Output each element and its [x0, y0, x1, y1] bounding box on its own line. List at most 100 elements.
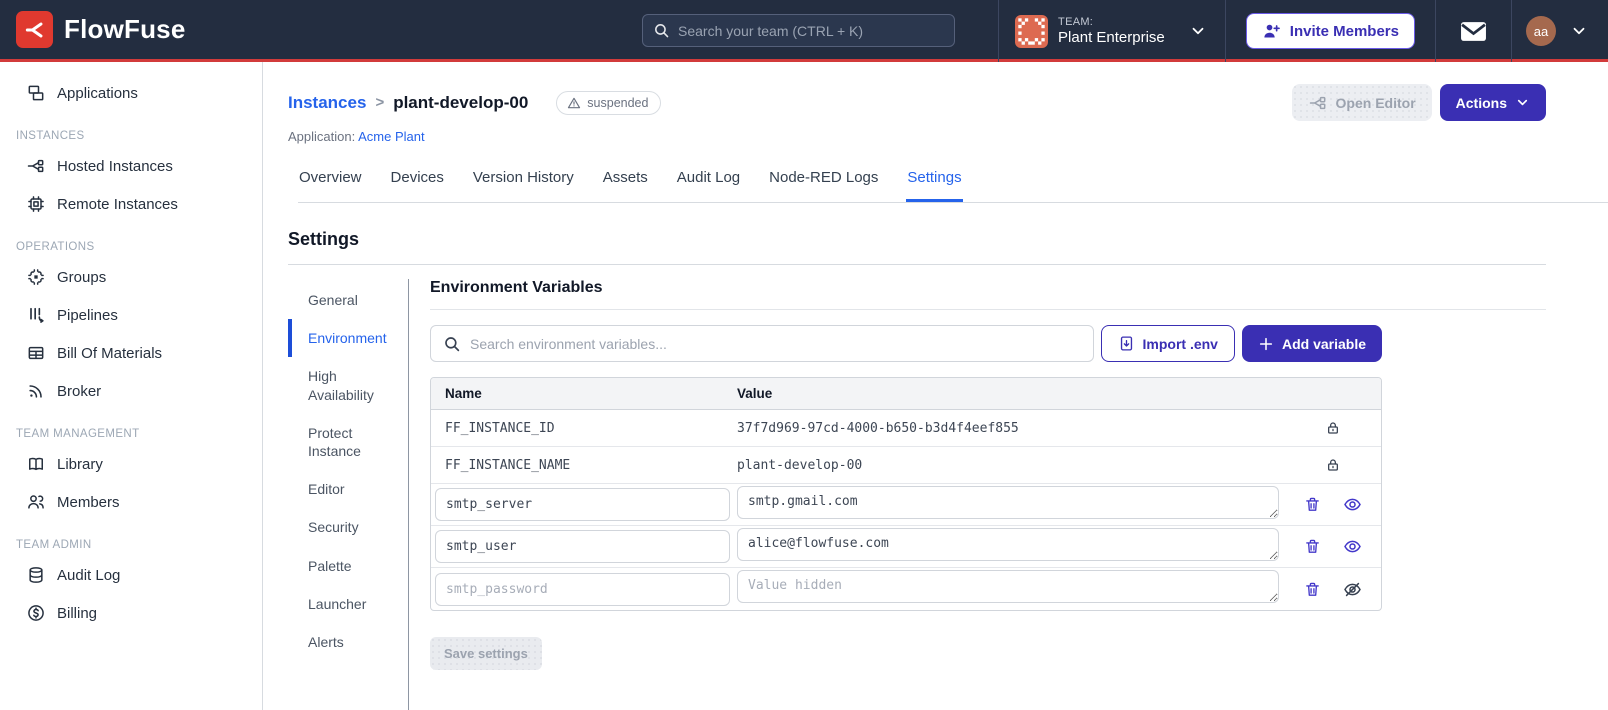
environment-variables-title: Environment Variables — [430, 279, 1546, 310]
book-icon — [26, 454, 46, 474]
tab-overview[interactable]: Overview — [298, 160, 363, 202]
tab-version-history[interactable]: Version History — [472, 160, 575, 202]
env-value-input[interactable]: alice@flowfuse.com — [737, 527, 1279, 561]
settings-nav-protect-instance[interactable]: Protect Instance — [288, 414, 408, 470]
sidebar-item-groups[interactable]: Groups — [0, 258, 262, 296]
settings-divider — [288, 264, 1546, 265]
sidebar-item-label: Members — [57, 493, 120, 511]
chip-icon — [26, 194, 46, 214]
breadcrumb-instances-link[interactable]: Instances — [288, 93, 366, 113]
sidebar-item-label: Library — [57, 455, 103, 473]
env-row-smtp-server: smtp.gmail.com — [431, 484, 1381, 526]
home-link[interactable]: FlowFuse — [0, 11, 186, 48]
sidebar-item-pipelines[interactable]: Pipelines — [0, 296, 262, 334]
warning-triangle-icon — [567, 96, 581, 110]
settings-nav: General Environment High Availability Pr… — [288, 279, 409, 710]
rss-icon — [26, 381, 46, 401]
invite-members-label: Invite Members — [1289, 22, 1399, 40]
env-name: FF_INSTANCE_ID — [445, 420, 555, 436]
sidebar-item-remote-instances[interactable]: Remote Instances — [0, 185, 262, 223]
delete-variable-button[interactable] — [1302, 494, 1323, 515]
sidebar-item-audit-log[interactable]: Audit Log — [0, 556, 262, 594]
sidebar-item-hosted-instances[interactable]: Hosted Instances — [0, 147, 262, 185]
application-link[interactable]: Acme Plant — [358, 129, 424, 144]
chevron-down-icon — [1515, 95, 1530, 110]
env-table-header: Name Value — [431, 378, 1381, 410]
env-value: 37f7d969-97cd-4000-b650-b3d4f4eef855 — [737, 420, 1019, 436]
actions-button[interactable]: Actions — [1439, 84, 1546, 121]
env-value-input[interactable] — [737, 570, 1279, 603]
open-editor-button[interactable]: Open Editor — [1291, 84, 1432, 121]
breadcrumb: Instances > plant-develop-00 suspended O… — [288, 84, 1546, 121]
env-name-input[interactable] — [435, 488, 730, 521]
sidebar-item-label: Billing — [57, 604, 98, 622]
sidebar-item-label: Remote Instances — [57, 195, 178, 213]
settings-nav-alerts[interactable]: Alerts — [288, 623, 408, 661]
show-value-button[interactable] — [1341, 535, 1364, 558]
flow-fork-icon — [1308, 93, 1328, 113]
env-value: plant-develop-00 — [737, 457, 863, 473]
sidebar-item-members[interactable]: Members — [0, 483, 262, 521]
main-content: Instances > plant-develop-00 suspended O… — [263, 62, 1608, 710]
hide-value-button[interactable] — [1341, 578, 1364, 601]
delete-variable-button[interactable] — [1302, 579, 1323, 600]
save-settings-button[interactable]: Save settings — [430, 637, 542, 670]
env-search-input[interactable] — [470, 335, 1081, 352]
team-search-input[interactable] — [678, 22, 944, 39]
top-header: FlowFuse Search your team (CTRL + K) TEA… — [0, 0, 1608, 62]
team-avatar — [1015, 14, 1049, 48]
settings-nav-security[interactable]: Security — [288, 508, 408, 546]
settings-title: Settings — [288, 229, 360, 249]
settings-nav-environment[interactable]: Environment — [288, 319, 408, 358]
settings-nav-high-availability[interactable]: High Availability — [288, 357, 408, 413]
team-selector[interactable]: TEAM: Plant Enterprise — [999, 0, 1225, 62]
sidebar-item-broker[interactable]: Broker — [0, 372, 262, 410]
settings-nav-editor[interactable]: Editor — [288, 470, 408, 508]
notifications-button[interactable] — [1436, 0, 1511, 62]
chevron-down-icon — [1570, 22, 1588, 40]
tab-node-red-logs[interactable]: Node-RED Logs — [768, 160, 879, 202]
flowfuse-app: FlowFuse Search your team (CTRL + K) TEA… — [0, 0, 1608, 710]
column-header-value: Value — [737, 386, 773, 401]
sidebar-item-bill-of-materials[interactable]: Bill Of Materials — [0, 334, 262, 372]
sidebar-section-team-admin: TEAM ADMIN — [16, 539, 92, 551]
tab-settings[interactable]: Settings — [906, 160, 963, 202]
column-header-name: Name — [445, 386, 482, 401]
env-name-input[interactable] — [435, 530, 730, 563]
sidebar-item-applications[interactable]: Applications — [0, 74, 262, 112]
add-variable-button[interactable]: Add variable — [1241, 325, 1382, 362]
environment-panel: Environment Variables Search environment… — [430, 279, 1546, 710]
settings-nav-palette[interactable]: Palette — [288, 547, 408, 585]
tab-audit-log[interactable]: Audit Log — [676, 160, 741, 202]
pipeline-bars-icon — [26, 305, 46, 325]
env-name: FF_INSTANCE_NAME — [445, 457, 571, 473]
user-menu[interactable]: aa — [1512, 0, 1608, 62]
sidebar-item-label: Broker — [57, 382, 102, 400]
invite-members-button[interactable]: Invite Members — [1245, 13, 1415, 49]
document-download-icon — [1118, 335, 1135, 352]
env-name-input[interactable] — [435, 572, 730, 606]
plus-icon — [1258, 336, 1274, 352]
settings-nav-launcher[interactable]: Launcher — [288, 585, 408, 623]
sidebar-item-billing[interactable]: Billing — [0, 594, 262, 632]
user-avatar: aa — [1526, 16, 1556, 46]
show-value-button[interactable] — [1341, 493, 1364, 516]
sidebar-item-label: Bill Of Materials — [57, 344, 163, 362]
team-name: Plant Enterprise — [1058, 28, 1165, 46]
sidebar-item-library[interactable]: Library — [0, 445, 262, 483]
team-label: TEAM: — [1058, 16, 1094, 29]
tab-assets[interactable]: Assets — [602, 160, 649, 202]
chevron-down-icon — [1189, 22, 1207, 40]
tab-devices[interactable]: Devices — [390, 160, 445, 202]
delete-variable-button[interactable] — [1302, 536, 1323, 557]
actions-label: Actions — [1455, 94, 1507, 111]
application-line: Application: Acme Plant — [288, 129, 1546, 144]
env-value-input[interactable]: smtp.gmail.com — [737, 485, 1279, 519]
brand-name: FlowFuse — [64, 14, 186, 44]
env-row-ff-instance-id: FF_INSTANCE_ID 37f7d969-97cd-4000-b650-b… — [431, 410, 1381, 447]
open-editor-label: Open Editor — [1335, 94, 1416, 111]
flowfuse-logo-icon — [16, 11, 53, 48]
import-env-button[interactable]: Import .env — [1100, 325, 1235, 362]
page-actions: Open Editor Actions — [1291, 84, 1546, 121]
settings-nav-general[interactable]: General — [288, 281, 408, 319]
